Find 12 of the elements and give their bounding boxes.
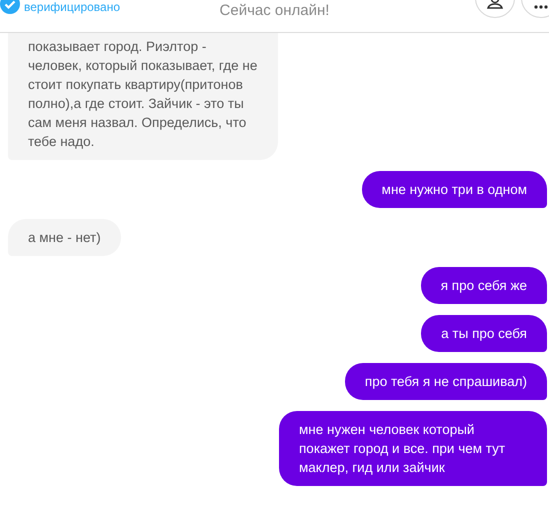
received-message: а мне - нет): [8, 219, 121, 256]
verified-check-icon: [0, 0, 20, 14]
more-dots-icon: [534, 5, 548, 9]
received-message: показывает город. Риэлтор - человек, который показывает, где не стоит покупать квартиру(притонов полно),а где стоит. Зайчик - это ты сам меня назвал. Определись, что тебе надо.: [8, 33, 278, 160]
sent-message: мне нужно три в одном: [362, 171, 547, 208]
sent-message: мне нужен человек который покажет город и все. при чем тут маклер, гид или зайчик: [279, 411, 547, 486]
person-icon: [486, 0, 504, 9]
sent-message: про тебя я не спрашивал): [344, 363, 547, 400]
sent-message: я про себя же: [420, 267, 547, 304]
sent-message: а ты про себя: [421, 315, 547, 352]
online-status: Сейчас онлайн!: [220, 2, 330, 19]
verified-label: верифицировано: [24, 0, 120, 14]
